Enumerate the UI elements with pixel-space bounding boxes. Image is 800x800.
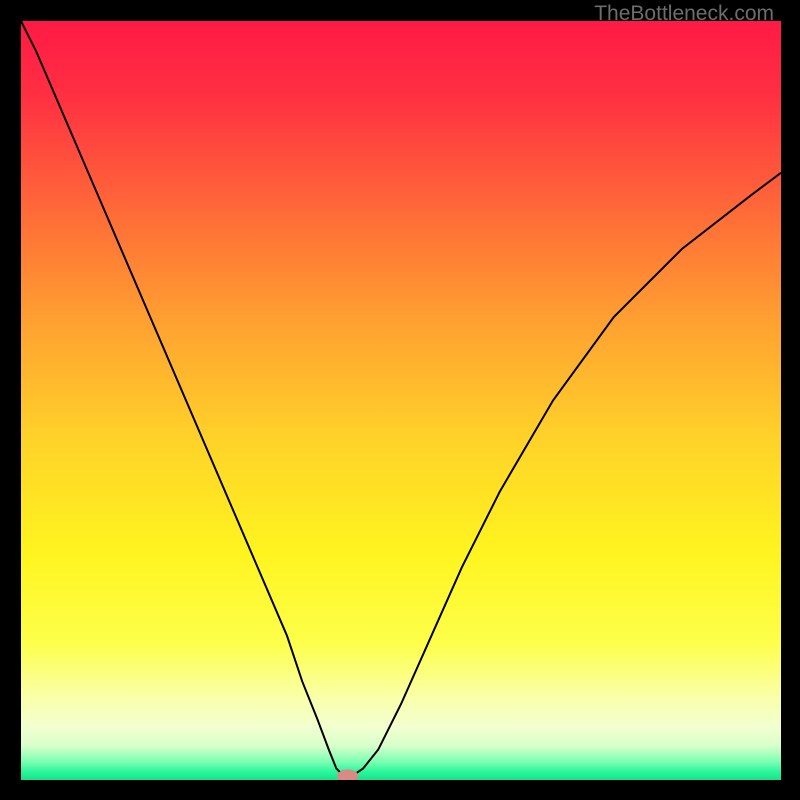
gradient-background: [21, 21, 781, 780]
chart-frame: TheBottleneck.com: [0, 0, 800, 800]
chart-svg: [21, 21, 781, 780]
watermark-text: TheBottleneck.com: [594, 2, 774, 26]
plot-area: [21, 21, 781, 780]
